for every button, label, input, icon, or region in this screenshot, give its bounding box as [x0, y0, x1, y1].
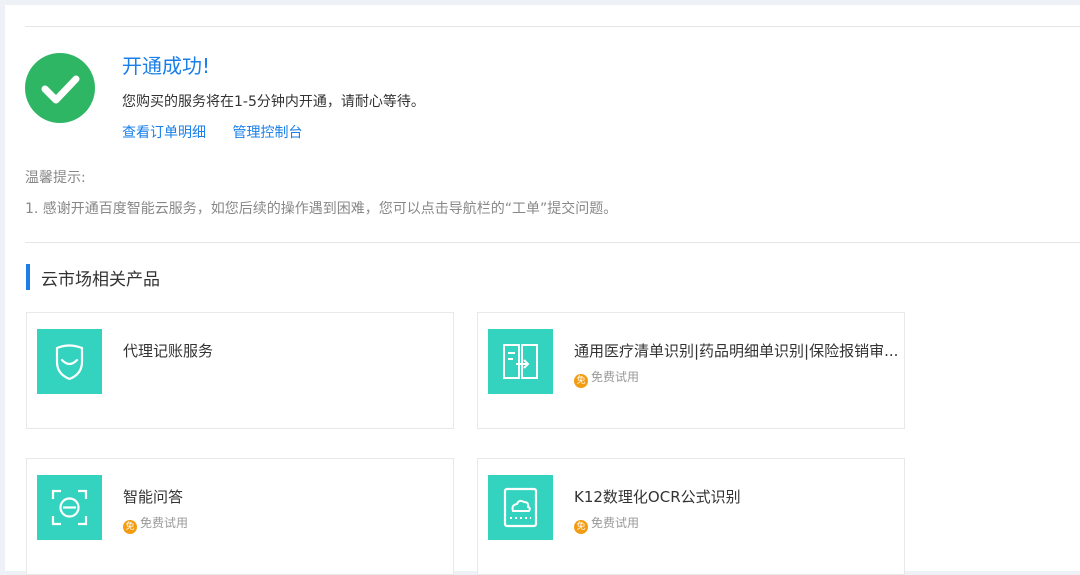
- badge-label: 免费试用: [591, 370, 640, 384]
- free-mark-icon: 免: [574, 374, 588, 388]
- smile-shield-icon: [37, 329, 102, 394]
- product-name[interactable]: 通用医疗清单识别|药品明细单识别|保险报销审...: [574, 340, 899, 361]
- section-accent-bar: [26, 264, 30, 290]
- free-trial-badge: 免免费试用: [574, 368, 639, 388]
- product-card[interactable]: 通用医疗清单识别|药品明细单识别|保险报销审... 免免费试用: [477, 312, 905, 429]
- tips-title: 温馨提示:: [25, 170, 86, 186]
- cloud-box-icon: [488, 475, 553, 540]
- free-trial-badge: 免免费试用: [123, 514, 188, 534]
- free-mark-icon: 免: [123, 520, 137, 534]
- free-mark-icon: 免: [574, 520, 588, 534]
- success-title: 开通成功!: [122, 54, 211, 78]
- document-scan-icon: [488, 329, 553, 394]
- scan-face-icon: [37, 475, 102, 540]
- product-card[interactable]: K12数理化OCR公式识别 免免费试用: [477, 458, 905, 575]
- console-link[interactable]: 管理控制台: [232, 125, 302, 141]
- product-name[interactable]: 智能问答: [123, 486, 448, 507]
- top-divider: [25, 26, 1080, 27]
- view-order-details-link[interactable]: 查看订单明细: [122, 125, 206, 141]
- product-card[interactable]: 代理记账服务: [26, 312, 454, 429]
- product-name[interactable]: 代理记账服务: [123, 340, 448, 361]
- product-name[interactable]: K12数理化OCR公式识别: [574, 486, 899, 507]
- badge-label: 免费试用: [140, 516, 189, 530]
- section-divider: [25, 242, 1080, 243]
- success-description: 您购买的服务将在1-5分钟内开通，请耐心等待。: [122, 94, 425, 110]
- product-card[interactable]: 智能问答 免免费试用: [26, 458, 454, 575]
- badge-label: 免费试用: [591, 516, 640, 530]
- section-title: 云市场相关产品: [41, 270, 160, 290]
- success-links: 查看订单明细 管理控制台: [122, 122, 324, 142]
- tips-item: 1. 感谢开通百度智能云服务，如您后续的操作遇到困难，您可以点击导航栏的“工单”…: [25, 201, 618, 217]
- check-circle-icon: [25, 53, 95, 123]
- free-trial-badge: 免免费试用: [574, 514, 639, 534]
- main-panel: 开通成功! 您购买的服务将在1-5分钟内开通，请耐心等待。 查看订单明细 管理控…: [5, 5, 1080, 575]
